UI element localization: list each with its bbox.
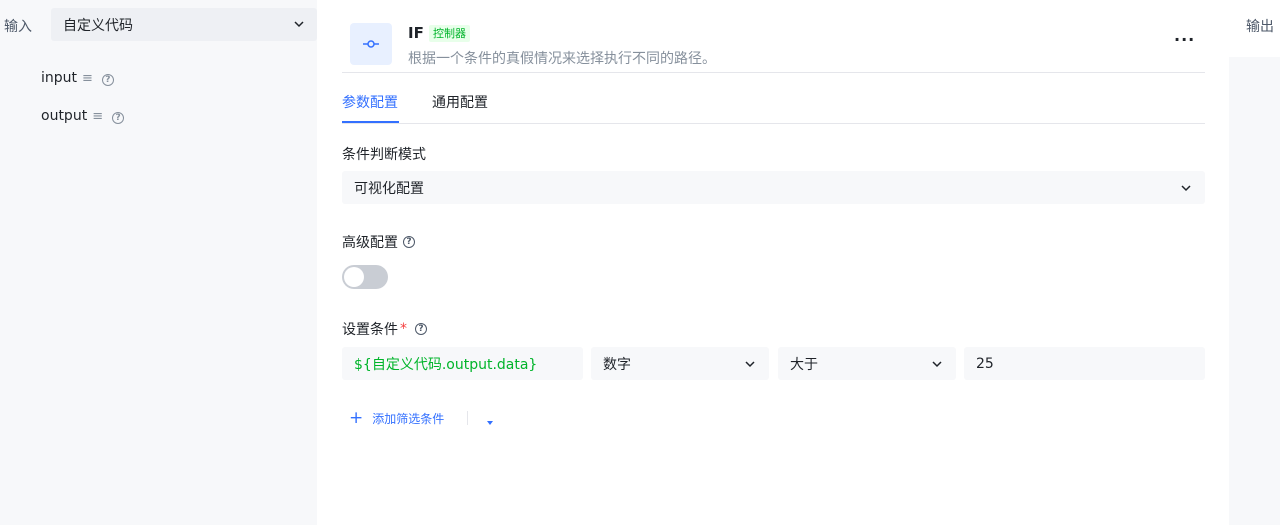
branch-icon [350, 23, 392, 65]
tab-params-config[interactable]: 参数配置 [342, 92, 398, 112]
node-title: IF [408, 24, 424, 42]
input-source-value: 自定义代码 [63, 17, 133, 34]
advanced-config-toggle[interactable] [342, 265, 388, 289]
tab-general-config[interactable]: 通用配置 [432, 92, 488, 112]
divider [467, 411, 468, 425]
variable-row-output[interactable]: output ≡ ? [41, 108, 125, 124]
caret-down-icon[interactable] [485, 413, 495, 432]
condition-value: 25 [976, 355, 994, 372]
output-panel-label: 输出 [1246, 19, 1274, 35]
input-panel-label: 输入 [4, 19, 32, 35]
list-icon: ≡ [92, 108, 104, 124]
add-filter-condition-button[interactable]: + 添加筛选条件 [349, 410, 444, 427]
chevron-down-icon [292, 17, 306, 35]
chevron-down-icon [930, 357, 944, 375]
advanced-config-label: 高级配置 ? [342, 232, 415, 252]
variable-name: input [41, 70, 78, 86]
condition-operator-value: 大于 [790, 356, 818, 373]
help-icon[interactable]: ? [415, 323, 427, 335]
help-icon[interactable]: ? [101, 70, 114, 86]
plus-icon: + [349, 408, 364, 428]
node-description: 根据一个条件的真假情况来选择执行不同的路径。 [408, 51, 716, 67]
output-panel: 输出 [1229, 0, 1280, 525]
more-options-button[interactable]: ··· [1174, 30, 1195, 49]
chevron-down-icon [743, 357, 757, 375]
input-source-select[interactable]: 自定义代码 [51, 8, 317, 41]
help-icon[interactable]: ? [403, 236, 415, 248]
condition-type-select[interactable]: 数字 [591, 347, 769, 380]
set-conditions-label: 设置条件 * ? [342, 319, 427, 339]
variable-name: output [41, 108, 88, 124]
condition-expression-input[interactable]: ${自定义代码.output.data} [342, 347, 583, 380]
required-marker: * [400, 321, 407, 337]
chevron-down-icon [1179, 181, 1193, 199]
input-panel: 输入 自定义代码 input ≡ ? output ≡ ? [0, 0, 317, 525]
condition-mode-select[interactable]: 可视化配置 [342, 171, 1205, 204]
condition-type-value: 数字 [603, 356, 631, 373]
help-icon[interactable]: ? [112, 108, 125, 124]
add-filter-condition-label: 添加筛选条件 [372, 412, 445, 426]
condition-mode-value: 可视化配置 [354, 180, 424, 197]
condition-expression: ${自定义代码.output.data} [354, 356, 538, 373]
list-icon: ≡ [82, 70, 93, 86]
condition-mode-label: 条件判断模式 [342, 147, 426, 163]
node-type-badge: 控制器 [429, 25, 470, 42]
condition-value-input[interactable]: 25 [964, 347, 1205, 380]
divider [342, 72, 1205, 73]
divider [342, 123, 1205, 124]
condition-operator-select[interactable]: 大于 [778, 347, 956, 380]
set-conditions-text: 设置条件 [342, 322, 398, 338]
variable-row-input[interactable]: input ≡ ? [41, 70, 114, 86]
advanced-config-text: 高级配置 [342, 235, 398, 251]
toggle-knob [344, 267, 364, 287]
